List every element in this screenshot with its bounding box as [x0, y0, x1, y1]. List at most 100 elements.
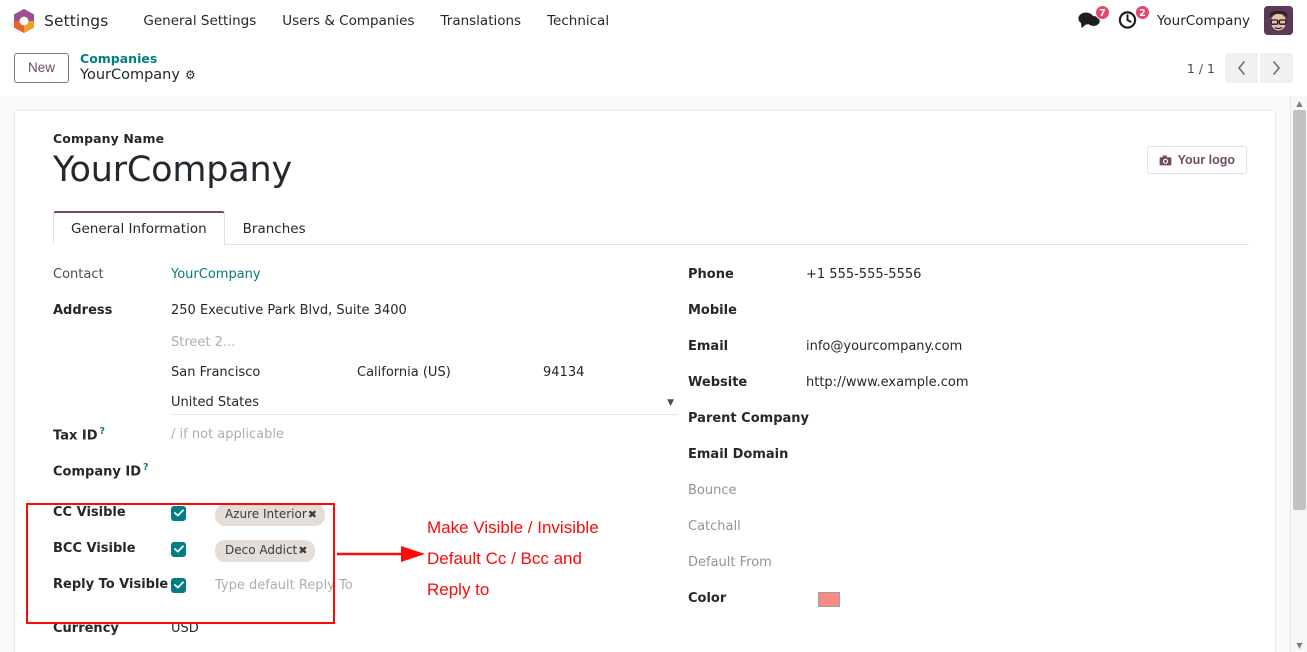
activities-count-badge: 2 — [1134, 4, 1150, 20]
tag-azure-interior-label: Azure Interior — [225, 506, 307, 521]
catchall-label: Catchall — [688, 519, 741, 535]
tab-general-information[interactable]: General Information — [53, 211, 225, 246]
tag-deco-addict[interactable]: Deco Addict ✖ — [215, 539, 316, 562]
company-id-label-text: Company ID — [53, 464, 141, 480]
field-company-id: Company ID? — [53, 455, 678, 491]
field-phone: Phone +1 555-555-5556 — [688, 259, 1249, 295]
sheet-header: Company Name YourCompany Your logo — [41, 127, 1249, 191]
address-city-input[interactable]: San Francisco — [171, 358, 357, 387]
breadcrumb-parent-companies[interactable]: Companies — [80, 52, 196, 67]
contact-value[interactable]: YourCompany — [171, 259, 678, 284]
tag-azure-interior[interactable]: Azure Interior ✖ — [215, 503, 325, 526]
currency-label: Currency — [53, 620, 119, 636]
company-id-input[interactable] — [171, 455, 678, 477]
vertical-scrollbar[interactable]: ▲ ▼ — [1290, 96, 1307, 652]
address-state-input[interactable]: California (US) — [357, 358, 543, 387]
nav-item-users-companies[interactable]: Users & Companies — [269, 7, 427, 35]
odoo-hexagon-logo[interactable] — [12, 8, 36, 34]
close-x-icon[interactable]: ✖ — [298, 543, 307, 558]
chevron-left-icon — [1238, 61, 1245, 75]
field-currency: Currency USD — [53, 613, 678, 649]
address-street2-input[interactable]: Street 2... — [171, 327, 678, 359]
check-icon — [173, 509, 184, 517]
tag-deco-addict-label: Deco Addict — [225, 542, 298, 557]
caret-down-icon: ▼ — [667, 398, 674, 409]
navbar-right: 7 2 YourCompany — [1077, 4, 1297, 35]
avatar[interactable] — [1264, 6, 1293, 35]
pager-value[interactable]: 1 / 1 — [1187, 61, 1215, 76]
bounce-label: Bounce — [688, 483, 737, 499]
messages-count-badge: 7 — [1094, 4, 1110, 20]
field-tax-id: Tax ID? / if not applicable — [53, 419, 678, 455]
address-country-select[interactable]: United States ▼ — [171, 387, 678, 415]
form-tabs: General Information Branches — [53, 211, 1249, 246]
close-x-icon[interactable]: ✖ — [308, 507, 317, 522]
email-value[interactable]: info@yourcompany.com — [806, 331, 1249, 356]
address-label: Address — [53, 303, 113, 319]
tax-id-input[interactable]: / if not applicable — [171, 419, 678, 444]
new-record-button[interactable]: New — [14, 52, 70, 84]
user-menu-name[interactable]: YourCompany — [1157, 13, 1250, 29]
bcc-default-tags: Deco Addict ✖ — [215, 533, 678, 562]
parent-company-label: Parent Company — [688, 411, 809, 427]
address-country-value: United States — [171, 395, 260, 411]
form-column-right: Phone +1 555-555-5556 Mobile Email info@… — [678, 259, 1249, 649]
field-parent-company: Parent Company — [688, 403, 1249, 439]
camera-icon — [1159, 155, 1171, 165]
breadcrumb: Companies YourCompany ⚙ — [80, 52, 196, 83]
chevron-right-icon — [1273, 61, 1280, 75]
cc-visible-checkbox-wrap — [171, 497, 215, 521]
tax-id-help-icon[interactable]: ? — [100, 426, 106, 437]
gear-icon[interactable]: ⚙ — [185, 69, 196, 81]
website-label: Website — [688, 375, 748, 391]
triangle-up-icon[interactable]: ▲ — [1291, 96, 1307, 110]
field-catchall: Catchall — [688, 511, 1249, 547]
pager-next-button[interactable] — [1260, 53, 1293, 83]
form-columns: Contact YourCompany Address 250 Executiv… — [41, 259, 1249, 649]
bounce-value — [838, 475, 1249, 497]
field-website: Website http://www.example.com — [688, 367, 1249, 403]
default-from-label: Default From — [688, 555, 772, 571]
company-name-value[interactable]: YourCompany — [53, 150, 292, 191]
cc-visible-checkbox[interactable] — [171, 505, 186, 521]
app-name[interactable]: Settings — [44, 12, 108, 30]
email-domain-value[interactable] — [838, 439, 1249, 461]
field-default-from: Default From — [688, 547, 1249, 583]
activities-button[interactable]: 2 — [1117, 4, 1150, 33]
check-icon — [173, 581, 184, 589]
address-zip-input[interactable]: 94134 — [543, 358, 678, 387]
nav-item-general-settings[interactable]: General Settings — [130, 7, 269, 35]
catchall-value — [838, 511, 1249, 533]
field-contact: Contact YourCompany — [53, 259, 678, 295]
reply-to-visible-checkbox-wrap — [171, 569, 215, 593]
tab-branches[interactable]: Branches — [225, 211, 324, 245]
currency-value[interactable]: USD — [171, 613, 678, 638]
triangle-down-icon[interactable]: ▼ — [1291, 638, 1307, 652]
bcc-visible-checkbox[interactable] — [171, 541, 186, 557]
parent-company-value[interactable] — [838, 403, 1249, 425]
nav-item-technical[interactable]: Technical — [534, 7, 622, 35]
tax-id-label: Tax ID? — [53, 419, 171, 445]
reply-to-input[interactable]: Type default Reply To — [215, 569, 678, 595]
website-value[interactable]: http://www.example.com — [806, 367, 1249, 392]
mobile-value[interactable] — [806, 295, 1249, 317]
reply-to-visible-checkbox[interactable] — [171, 577, 186, 593]
address-street-input[interactable]: 250 Executive Park Blvd, Suite 3400 — [171, 295, 678, 327]
tax-id-label-text: Tax ID — [53, 428, 98, 444]
company-id-help-icon[interactable]: ? — [143, 462, 149, 473]
breadcrumb-current: YourCompany ⚙ — [80, 67, 196, 84]
upload-logo-button[interactable]: Your logo — [1146, 146, 1247, 174]
color-swatch[interactable] — [818, 592, 840, 608]
scrollbar-thumb[interactable] — [1293, 110, 1306, 510]
pager-previous-button[interactable] — [1225, 53, 1258, 83]
phone-value[interactable]: +1 555-555-5556 — [806, 259, 1249, 284]
color-label: Color — [688, 591, 727, 607]
address-block: 250 Executive Park Blvd, Suite 3400 Stre… — [171, 295, 678, 415]
contact-label: Contact — [53, 267, 104, 283]
nav-item-translations[interactable]: Translations — [428, 7, 535, 35]
bcc-visible-checkbox-wrap — [171, 533, 215, 557]
messages-button[interactable]: 7 — [1077, 4, 1110, 33]
field-mobile: Mobile — [688, 295, 1249, 331]
nav-menu: General Settings Users & Companies Trans… — [130, 7, 622, 35]
record-form-sheet: Company Name YourCompany Your logo Gener… — [14, 110, 1276, 652]
